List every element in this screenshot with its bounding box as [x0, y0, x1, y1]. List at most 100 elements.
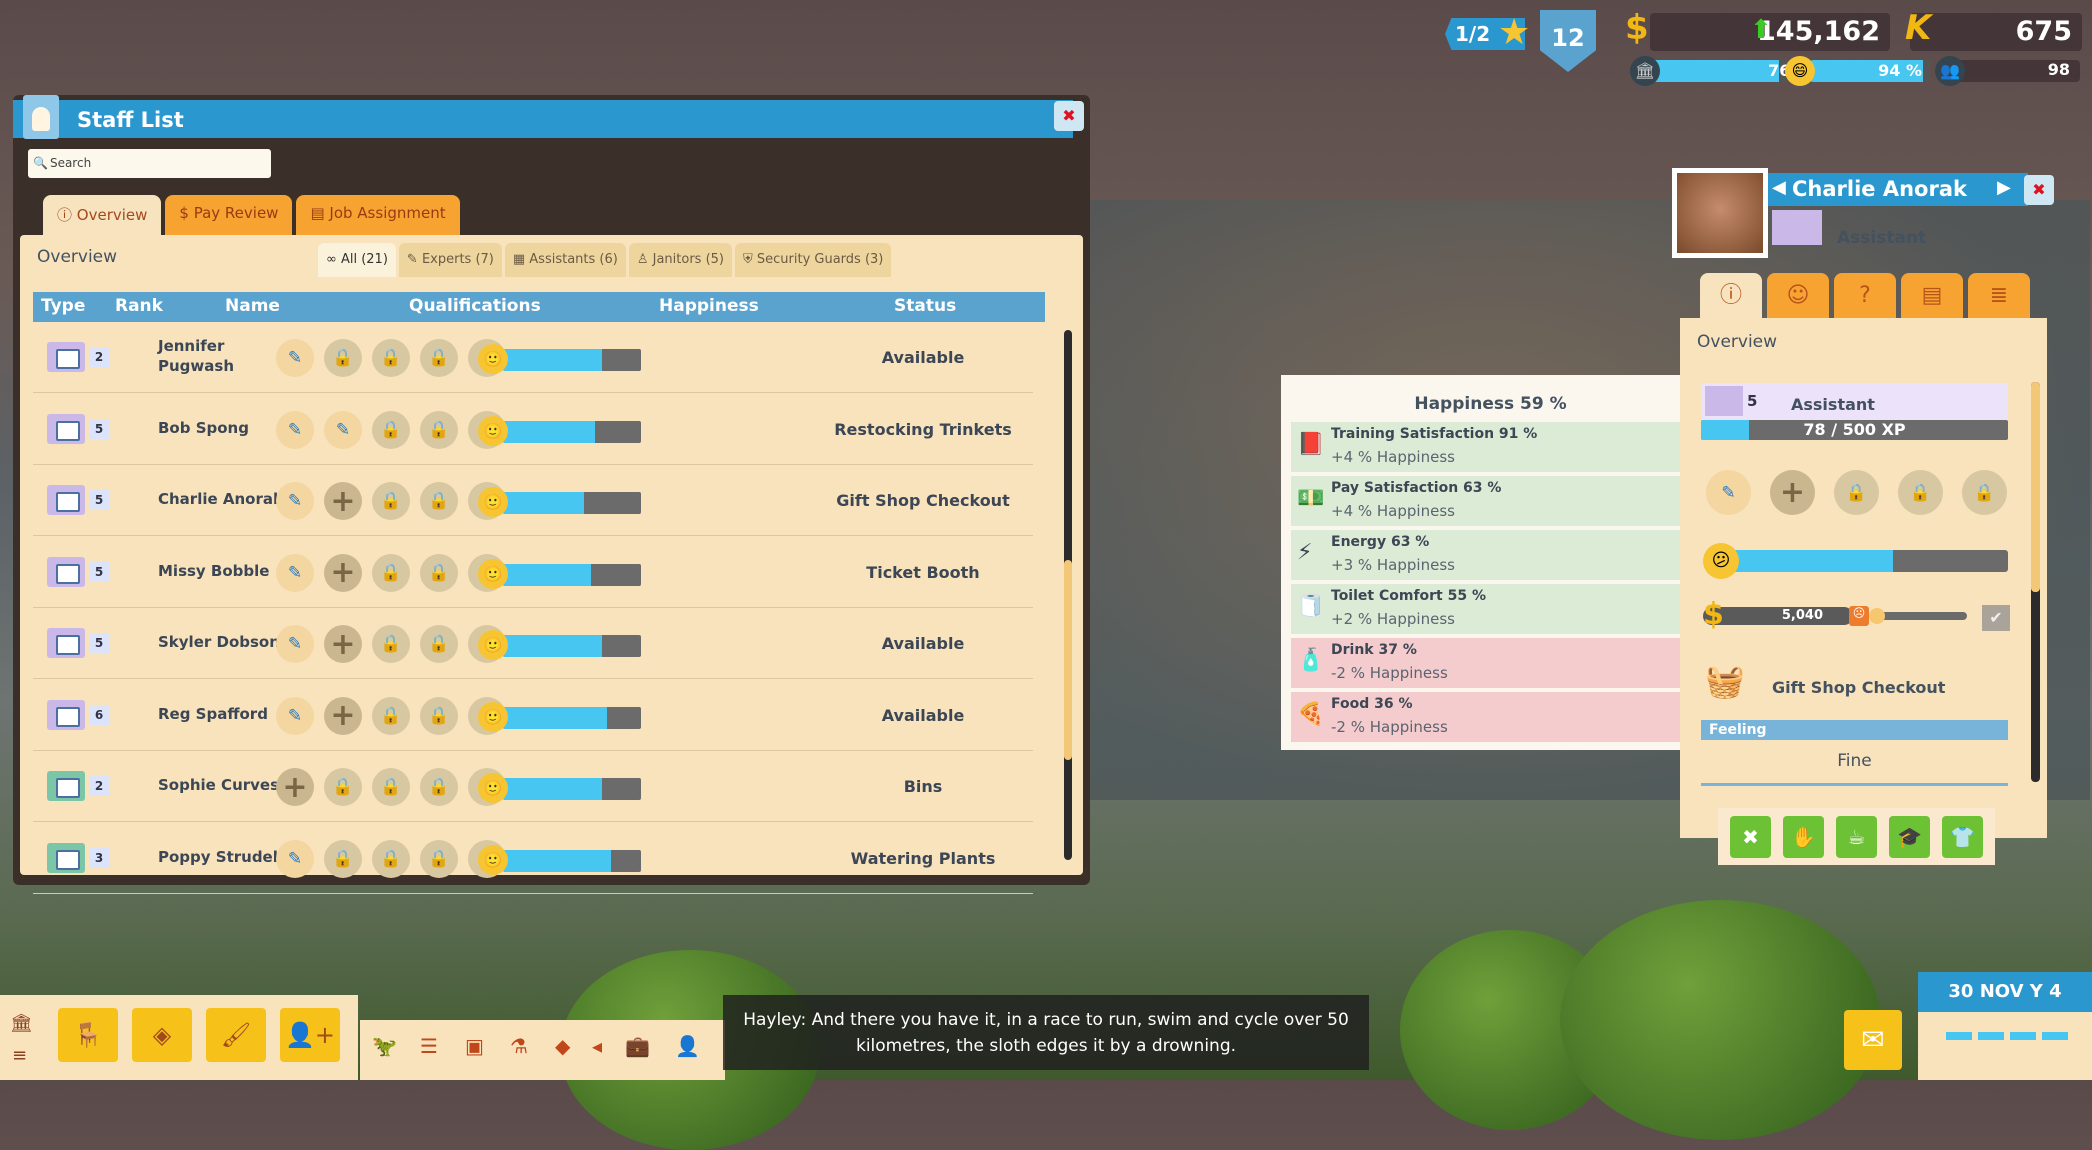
lock-icon[interactable]: 🔒 — [372, 339, 410, 377]
staff-icon[interactable]: 👤 — [675, 1034, 700, 1058]
add-qualification-button[interactable]: + — [324, 625, 362, 663]
staff-name[interactable]: Bob Spong — [158, 418, 288, 438]
level-shield[interactable]: 12 — [1540, 10, 1596, 72]
decorate-button[interactable]: 🖌 — [206, 1008, 266, 1062]
qualification-icon[interactable]: ✎ — [276, 339, 314, 377]
staff-name[interactable]: Missy Bobble — [158, 561, 288, 581]
lock-icon[interactable]: 🔒 — [1962, 470, 2007, 515]
lock-icon[interactable]: 🔒 — [324, 339, 362, 377]
happiness-bar[interactable]: 94 % — [1810, 60, 1930, 82]
hire-staff-button[interactable]: 👤+ — [280, 1008, 340, 1062]
speed-pip[interactable] — [1946, 1032, 1972, 1040]
lock-icon[interactable]: 🔒 — [372, 696, 410, 735]
happiness-bar[interactable] — [503, 420, 641, 443]
lock-icon[interactable]: 🔒 — [372, 839, 410, 878]
train-button[interactable]: 🎓 — [1889, 816, 1930, 858]
table-row[interactable]: 5 Missy Bobble ✎+🔒🔒🔒 🙂 Ticket Booth — [33, 537, 1033, 608]
qualification-icon[interactable]: ✎ — [276, 625, 314, 663]
qualification-icon[interactable]: ✎ — [276, 482, 314, 520]
rooms-button[interactable]: ◈ — [132, 1008, 192, 1062]
col-happiness[interactable]: Happiness — [659, 296, 759, 316]
table-row[interactable]: 3 Poppy Strudel ✎🔒🔒🔒🔒 🙂 Watering Plants — [33, 823, 1033, 894]
staff-name[interactable]: Jennifer Pugwash — [158, 336, 288, 376]
qualification-icon[interactable]: ✎ — [324, 410, 362, 449]
lock-icon[interactable]: 🔒 — [324, 839, 362, 878]
mail-button[interactable]: ✉ — [1844, 1010, 1902, 1070]
lock-icon[interactable]: 🔒 — [420, 625, 458, 663]
menu-icon[interactable]: ≡ — [12, 1045, 27, 1066]
list-icon[interactable]: ☰ — [420, 1034, 438, 1058]
scrollbar-thumb[interactable] — [1064, 560, 1072, 760]
staff-name[interactable]: Skyler Dobson — [158, 632, 288, 652]
collapse-arrow-icon[interactable]: ◂ — [592, 1034, 602, 1058]
col-rank[interactable]: Rank — [115, 296, 163, 316]
table-row[interactable]: 6 Reg Spafford ✎+🔒🔒🔒 🙂 Available — [33, 680, 1033, 751]
table-row[interactable]: 5 Charlie Anorak ✎+🔒🔒🔒 🙂 Gift Shop Check… — [33, 465, 1033, 536]
send-to-break-button[interactable]: ☕ — [1836, 816, 1877, 858]
lock-icon[interactable]: 🔒 — [324, 768, 362, 806]
staff-name[interactable]: Sophie Curves — [158, 775, 288, 795]
qualification-icon[interactable]: ✎ — [276, 839, 314, 878]
lock-icon[interactable]: 🔒 — [372, 482, 410, 520]
filter-assistants[interactable]: ▦ Assistants (6) — [504, 243, 626, 277]
table-row[interactable]: 2 Jennifer Pugwash ✎🔒🔒🔒🔒 🙂 Available — [33, 322, 1033, 393]
table-row[interactable]: 5 Bob Spong ✎✎🔒🔒🔒 🙂 Restocking Trinkets — [33, 394, 1033, 465]
scrollbar[interactable] — [2031, 382, 2040, 782]
job-tab[interactable]: ▤ — [1901, 273, 1963, 318]
happiness-bar[interactable] — [503, 635, 641, 657]
filter-all[interactable]: ∞ All (21) — [318, 243, 396, 277]
happiness-bar[interactable] — [503, 349, 641, 371]
pick-up-button[interactable]: ✋ — [1783, 816, 1824, 858]
microscope-icon[interactable]: ⚗ — [510, 1034, 528, 1058]
lock-icon[interactable]: 🔒 — [420, 839, 458, 878]
furniture-button[interactable]: 🪑 — [58, 1008, 118, 1062]
happiness-bar[interactable] — [503, 778, 641, 800]
lock-icon[interactable]: 🔒 — [420, 696, 458, 735]
lock-icon[interactable]: 🔒 — [420, 768, 458, 806]
museum-menu-icon[interactable]: 🏛 — [10, 1013, 33, 1034]
staff-name[interactable]: Reg Spafford — [158, 704, 288, 724]
slider-handle[interactable] — [1869, 608, 1885, 624]
add-qualification-button[interactable]: + — [324, 553, 362, 592]
search-input[interactable]: 🔍 Search — [28, 149, 271, 178]
exhibit-icon[interactable]: ◆ — [555, 1034, 570, 1058]
lock-icon[interactable]: 🔒 — [372, 553, 410, 592]
add-qualification-button[interactable]: + — [324, 482, 362, 520]
dino-icon[interactable]: 🦖 — [372, 1034, 397, 1058]
happiness-bar[interactable] — [503, 849, 641, 872]
scrollbar[interactable] — [1064, 330, 1072, 860]
kudos-display[interactable]: 675 — [1910, 13, 2082, 51]
happiness-bar[interactable] — [503, 492, 641, 514]
add-qualification-button[interactable]: + — [276, 768, 314, 806]
briefcase-icon[interactable]: 💼 — [625, 1034, 650, 1058]
lock-icon[interactable]: 🔒 — [1898, 470, 1943, 515]
lock-icon[interactable]: 🔒 — [1834, 470, 1879, 515]
mood-tab[interactable]: ☺ — [1767, 273, 1829, 318]
tab-overview[interactable]: ⓘ Overview — [43, 195, 162, 235]
lock-icon[interactable]: 🔒 — [372, 768, 410, 806]
history-tab[interactable]: ≣ — [1968, 273, 2030, 318]
add-qualification-button[interactable]: + — [1770, 470, 1815, 515]
staff-name[interactable]: Charlie Anorak — [158, 489, 288, 509]
col-type[interactable]: Type — [41, 296, 85, 316]
staff-name[interactable]: Poppy Strudel — [158, 847, 288, 867]
uniform-button[interactable]: 👕 — [1942, 816, 1983, 858]
lock-icon[interactable]: 🔒 — [420, 339, 458, 377]
prev-staff-arrow-icon[interactable]: ◀ — [1772, 177, 1786, 198]
confirm-pay-button[interactable]: ✔ — [1982, 605, 2010, 631]
lock-icon[interactable]: 🔒 — [420, 482, 458, 520]
window-title[interactable]: Staff List — [13, 100, 1073, 138]
pay-slider[interactable] — [1869, 608, 1967, 624]
table-row[interactable]: 2 Sophie Curves +🔒🔒🔒🔒 🙂 Bins — [33, 751, 1033, 822]
fire-staff-button[interactable]: ✖ — [1730, 816, 1771, 858]
speed-pip[interactable] — [2010, 1032, 2036, 1040]
filter-security-guards[interactable]: ⛨ Security Guards (3) — [735, 243, 892, 277]
speed-pip[interactable] — [1978, 1032, 2004, 1040]
col-qualifications[interactable]: Qualifications — [409, 296, 541, 316]
staff-name[interactable]: Charlie Anorak — [1768, 173, 2028, 206]
qualification-icon[interactable]: ✎ — [276, 553, 314, 592]
col-status[interactable]: Status — [894, 296, 956, 316]
info-tab[interactable]: ⓘ — [1700, 273, 1762, 318]
staff-portrait[interactable] — [1672, 168, 1768, 258]
happiness-bar[interactable] — [503, 706, 641, 729]
